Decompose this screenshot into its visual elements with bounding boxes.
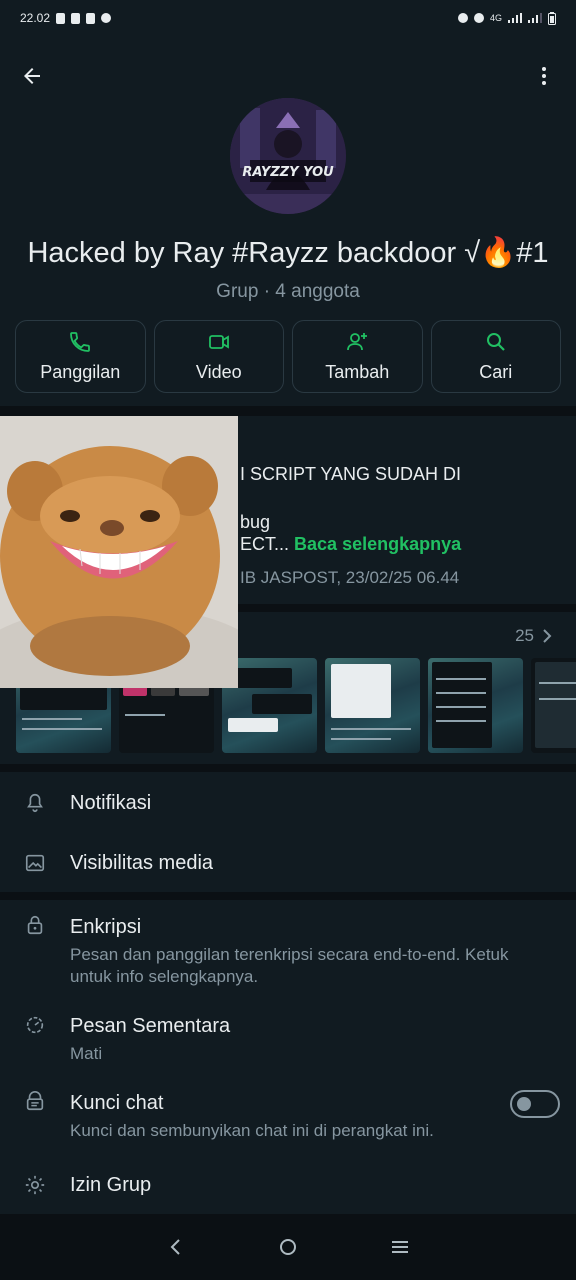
call-label: Panggilan — [40, 362, 121, 382]
cat-sticker-image — [0, 416, 238, 688]
add-member-label: Tambah — [325, 362, 390, 382]
video-label: Video — [195, 362, 242, 382]
video-icon — [208, 335, 229, 349]
group-permissions-label: Izin Grup — [70, 1174, 152, 1196]
more-options-icon[interactable] — [532, 64, 556, 88]
status-left: 22.02 — [20, 11, 112, 25]
encryption-title: Enkripsi — [70, 916, 142, 938]
bell-icon — [27, 793, 43, 813]
smiling-cat-picture — [0, 416, 238, 688]
group-member-count: Grup · 4 anggota — [216, 281, 360, 302]
add-member-button[interactable]: Tambah — [292, 320, 423, 393]
add-person-icon — [347, 333, 368, 351]
gallery-notification-icon — [71, 12, 81, 24]
call-button[interactable]: Panggilan — [15, 320, 146, 393]
status-bar: 22.02 4G — [0, 0, 576, 36]
toggle-knob — [517, 1097, 531, 1111]
action-buttons: Panggilan Video Tambah Cari — [15, 320, 561, 393]
chat-lock-title: Kunci chat — [70, 1092, 164, 1114]
chevron-right-icon — [543, 629, 552, 643]
network-type: 4G — [489, 13, 502, 23]
chat-lock-toggle[interactable] — [510, 1090, 560, 1118]
status-right: 4G — [457, 11, 556, 25]
chat-lock-description: Kunci dan sembunyikan chat ini di perang… — [70, 1121, 434, 1140]
video-button[interactable]: Video — [153, 320, 284, 393]
settings-group-2: Enkripsi Pesan dan panggilan terenkripsi… — [0, 900, 576, 1214]
do-not-disturb-icon — [457, 13, 468, 23]
disappearing-messages-status: Mati — [70, 1044, 103, 1063]
description-line-1: I SCRIPT YANG SUDAH DI — [240, 464, 462, 484]
media-visibility-label: Visibilitas media — [70, 852, 214, 874]
battery-icon — [548, 11, 556, 25]
group-name[interactable]: Hacked by Ray #Rayzz backdoor √🔥#1 — [0, 236, 576, 270]
signal-2-icon — [528, 13, 542, 23]
search-icon — [486, 333, 505, 351]
gear-icon — [25, 1175, 45, 1195]
lock-icon — [27, 915, 43, 935]
media-thumbnail[interactable] — [428, 658, 523, 753]
phone-icon — [70, 332, 91, 352]
timer-icon — [26, 1016, 44, 1034]
description-line-3: ECT... Baca selengkapnya — [240, 534, 461, 555]
battery-saver-icon — [56, 12, 66, 24]
media-thumbnail[interactable] — [531, 658, 576, 753]
description-created-by: IB JASPOST, 23/02/25 06.44 — [240, 568, 460, 587]
mail-notification-icon — [86, 12, 96, 24]
notifications-label: Notifikasi — [70, 792, 152, 814]
avatar-image: RAYZZY YOU — [230, 98, 346, 214]
signal-icon — [508, 13, 522, 23]
avatar-logo-text: RAYZZY YOU — [242, 165, 334, 180]
group-info-header: RAYZZY YOU Hacked by Ray #Rayzz backdoor… — [0, 36, 576, 406]
media-thumbnail[interactable] — [325, 658, 420, 753]
system-navigation-bar — [0, 1214, 576, 1280]
nav-back-icon[interactable] — [164, 1235, 188, 1259]
description-line-2: bug — [240, 512, 271, 532]
nav-recents-icon[interactable] — [388, 1235, 412, 1259]
image-icon — [25, 854, 45, 872]
description-truncated-text: ECT... — [240, 534, 290, 554]
back-arrow-icon[interactable] — [20, 64, 44, 88]
media-count[interactable]: 25 — [515, 626, 552, 646]
nav-home-icon[interactable] — [276, 1235, 300, 1259]
media-count-value: 25 — [515, 626, 534, 645]
disappearing-messages-title: Pesan Sementara — [70, 1015, 231, 1037]
chat-lock-icon — [26, 1091, 44, 1111]
hotspot-icon — [473, 13, 484, 23]
whatsapp-notification-icon — [101, 13, 112, 23]
encryption-description: Pesan dan panggilan terenkripsi secara e… — [70, 945, 509, 986]
search-button[interactable]: Cari — [430, 320, 561, 393]
group-avatar[interactable]: RAYZZY YOU — [230, 98, 346, 214]
status-time: 22.02 — [20, 11, 51, 25]
search-label: Cari — [479, 362, 513, 382]
read-more-link[interactable]: Baca selengkapnya — [294, 534, 461, 554]
settings-group-1: Notifikasi Visibilitas media — [0, 772, 576, 892]
